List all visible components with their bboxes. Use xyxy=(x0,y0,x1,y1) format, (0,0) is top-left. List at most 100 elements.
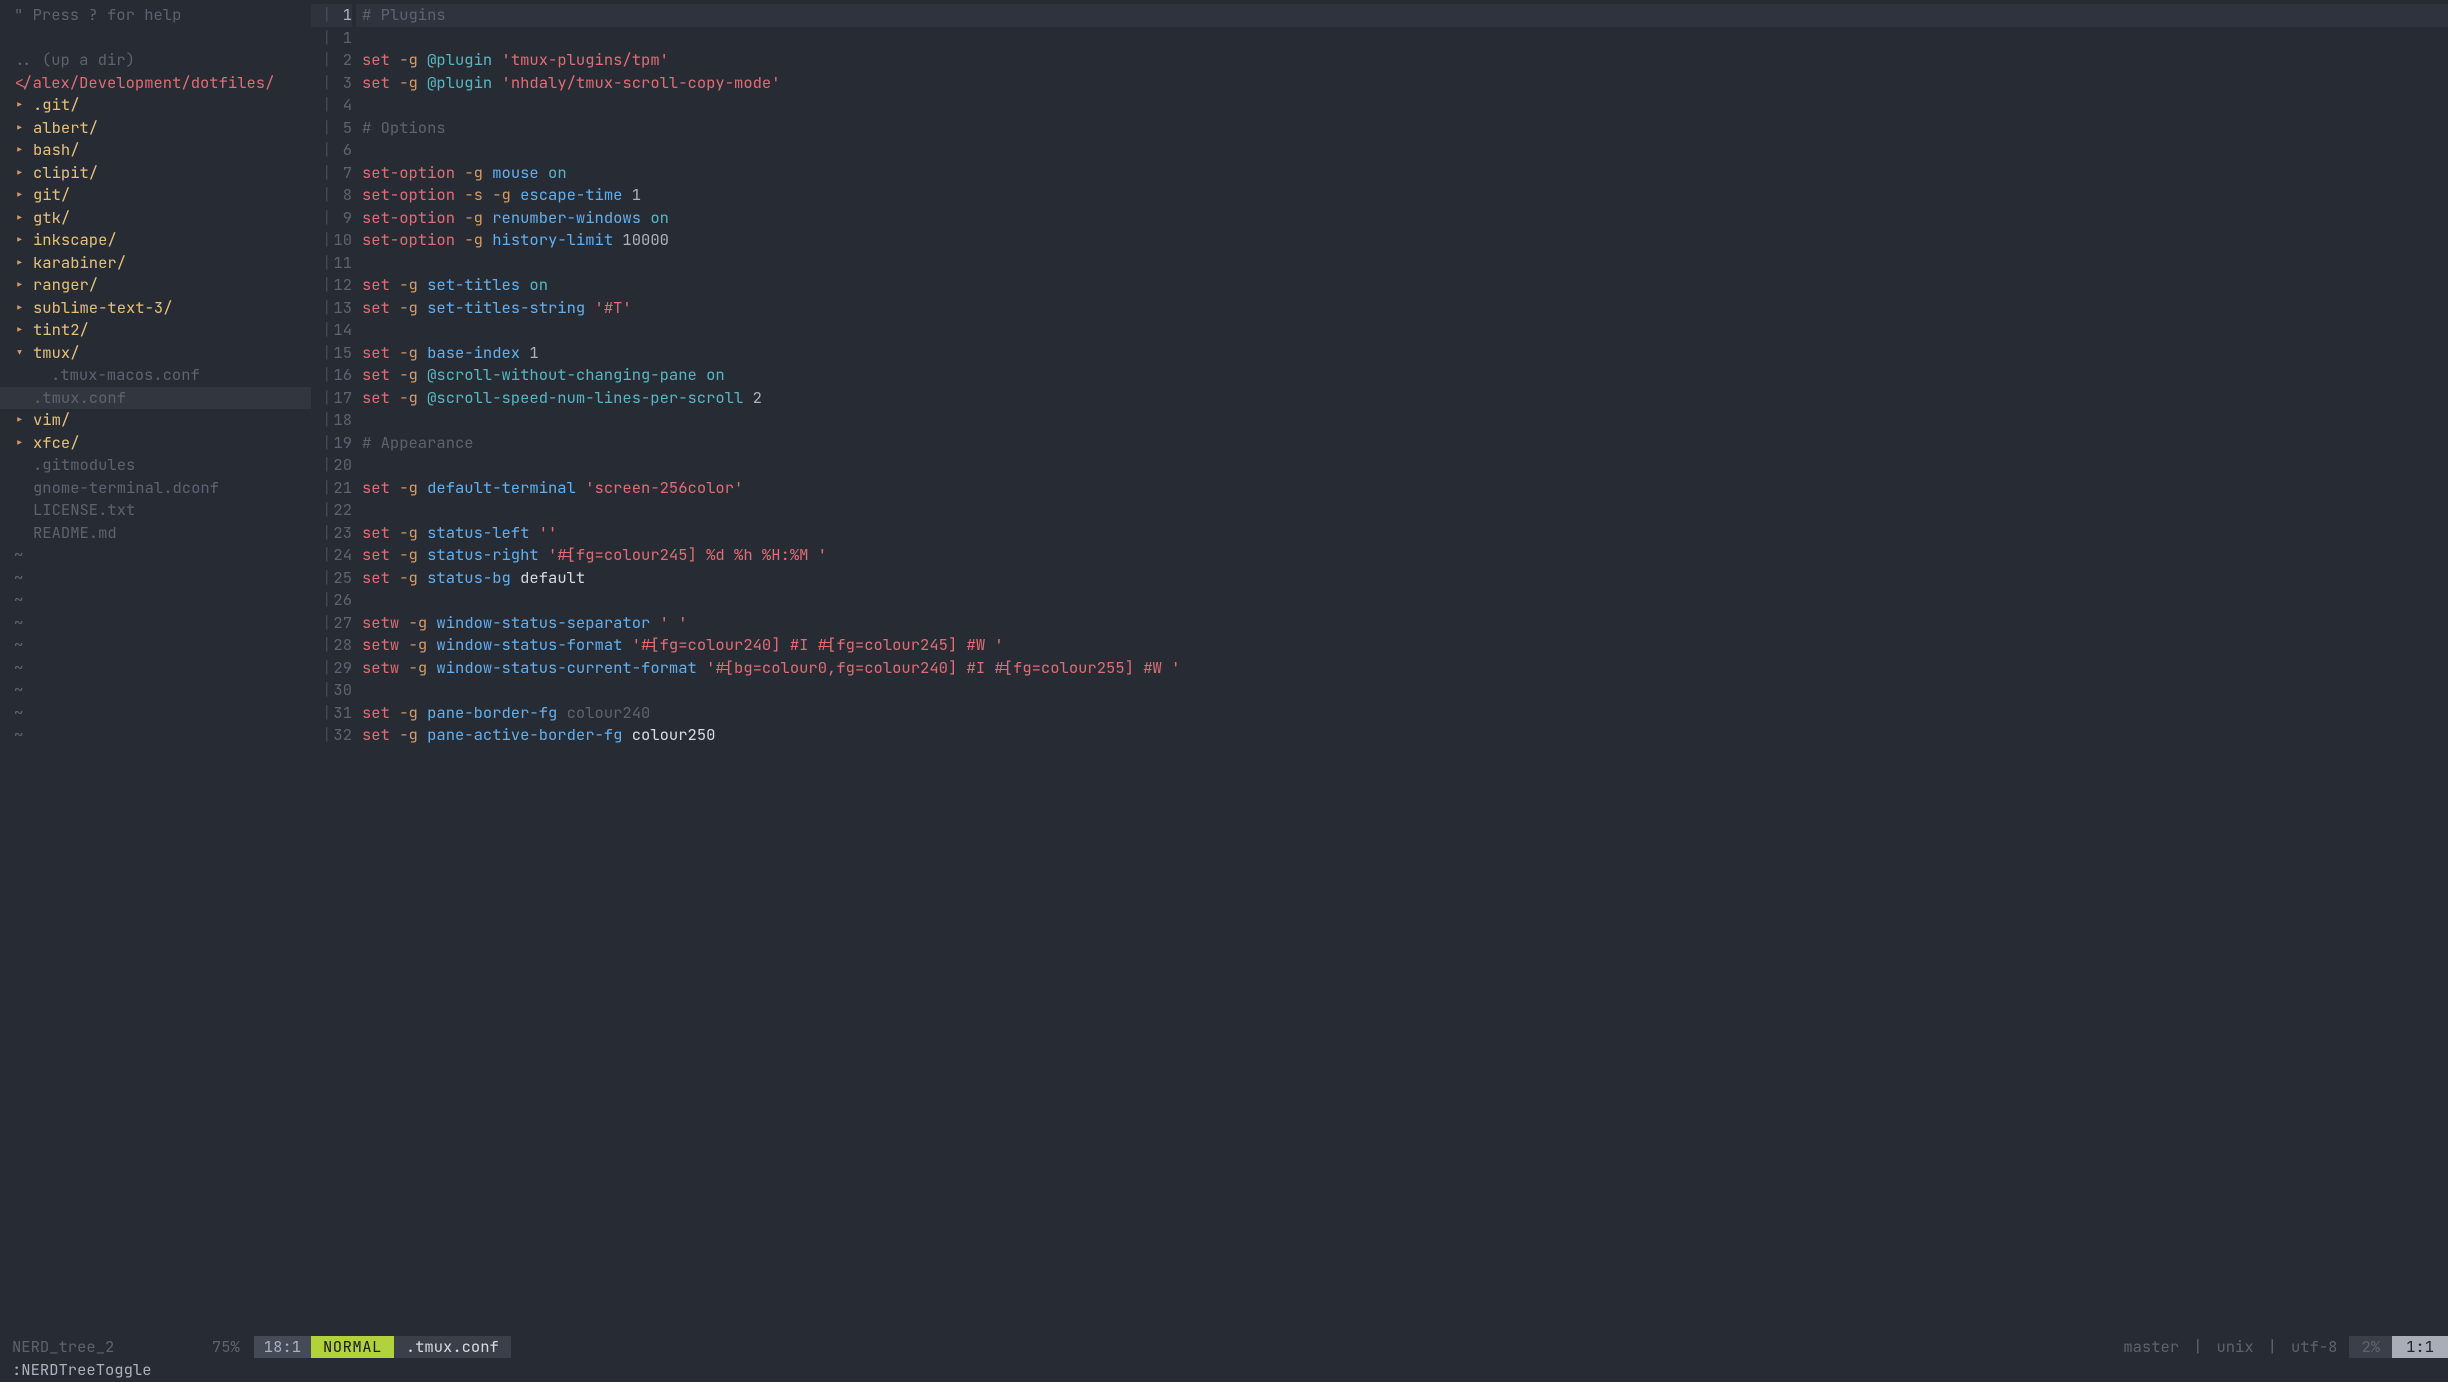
tree-dir[interactable]: ▾tmux/ xyxy=(14,342,311,365)
line-number: | 5 xyxy=(311,117,352,140)
tree-dir[interactable]: ▸sublime-text-3/ xyxy=(14,297,311,320)
tree-dir[interactable]: ▸.git/ xyxy=(14,94,311,117)
code-line[interactable]: setw -g window-status-separator ' ' xyxy=(356,612,2448,635)
tree-dir[interactable]: ▸inkscape/ xyxy=(14,229,311,252)
code-line[interactable] xyxy=(356,252,2448,275)
code-line[interactable]: set -g status-left '' xyxy=(356,522,2448,545)
tree-dir[interactable]: ▸vim/ xyxy=(14,409,311,432)
code-token: @scroll-speed-num-lines-per-scroll xyxy=(427,387,753,408)
line-number: |20 xyxy=(311,454,352,477)
code-line[interactable] xyxy=(356,454,2448,477)
tree-file[interactable]: gnome-terminal.dconf xyxy=(14,477,311,500)
tree-dir[interactable]: ▸ranger/ xyxy=(14,274,311,297)
code-area[interactable]: # Plugins set -g @plugin 'tmux-plugins/tp… xyxy=(356,4,2448,1336)
code-token: -g xyxy=(399,342,427,363)
code-token: '#T' xyxy=(595,297,632,318)
code-line[interactable] xyxy=(356,679,2448,702)
code-line[interactable] xyxy=(356,589,2448,612)
code-line[interactable]: set -g @scroll-without-changing-pane on xyxy=(356,364,2448,387)
code-line[interactable]: set -g set-titles-string '#T' xyxy=(356,297,2448,320)
line-number-value: 16 xyxy=(331,364,352,385)
code-line[interactable]: set-option -g history-limit 10000 xyxy=(356,229,2448,252)
code-token: window-status-format xyxy=(436,634,631,655)
code-line[interactable]: set-option -g mouse on xyxy=(356,162,2448,185)
code-line[interactable]: # Plugins xyxy=(356,4,2448,27)
tree-dir[interactable]: ▸git/ xyxy=(14,184,311,207)
line-number-value: 19 xyxy=(331,432,352,453)
tree-dir[interactable]: ▸tint2/ xyxy=(14,319,311,342)
tree-entry-name: gtk/ xyxy=(33,207,70,230)
code-line[interactable]: set -g pane-border-fg colour240 xyxy=(356,702,2448,725)
chevron-right-icon: ▸ xyxy=(14,319,25,342)
code-line[interactable] xyxy=(356,94,2448,117)
tree-file[interactable]: .gitmodules xyxy=(14,454,311,477)
code-line[interactable]: set-option -g renumber-windows on xyxy=(356,207,2448,230)
line-number-value: 21 xyxy=(331,477,352,498)
empty-line-tilde: ~ xyxy=(14,657,311,680)
tree-entry-name: ranger/ xyxy=(33,274,98,297)
tree-dir[interactable]: ▸gtk/ xyxy=(14,207,311,230)
tree-file[interactable]: LICENSE.txt xyxy=(14,499,311,522)
code-token: -s -g xyxy=(464,184,520,205)
code-line[interactable]: set -g @plugin 'nhdaly/tmux-scroll-copy-… xyxy=(356,72,2448,95)
tree-dir[interactable]: ▸karabiner/ xyxy=(14,252,311,275)
line-number: |24 xyxy=(311,544,352,567)
code-line[interactable] xyxy=(356,139,2448,162)
tree-dir[interactable]: ▸albert/ xyxy=(14,117,311,140)
code-token: setw xyxy=(362,612,409,633)
vim-command-line[interactable]: :NERDTreeToggle xyxy=(0,1358,2448,1382)
line-number: |31 xyxy=(311,702,352,725)
line-number-value: 6 xyxy=(331,139,352,160)
code-line[interactable]: set -g pane-active-border-fg colour250 xyxy=(356,724,2448,747)
code-line[interactable]: # Appearance xyxy=(356,432,2448,455)
code-line[interactable] xyxy=(356,319,2448,342)
code-line[interactable]: set -g status-bg default xyxy=(356,567,2448,590)
code-line[interactable]: set -g @scroll-speed-num-lines-per-scrol… xyxy=(356,387,2448,410)
code-token: on xyxy=(706,364,725,385)
code-line[interactable]: # Options xyxy=(356,117,2448,140)
code-line[interactable]: set -g @plugin 'tmux-plugins/tpm' xyxy=(356,49,2448,72)
code-line[interactable] xyxy=(356,409,2448,432)
code-line[interactable]: setw -g window-status-format '#[fg=colou… xyxy=(356,634,2448,657)
chevron-right-icon: ▸ xyxy=(14,432,25,455)
code-token: -g xyxy=(399,567,427,588)
code-token: on xyxy=(650,207,669,228)
code-line[interactable]: setw -g window-status-current-format '#[… xyxy=(356,657,2448,680)
code-token: status-right xyxy=(427,544,548,565)
line-number-value: 12 xyxy=(331,274,352,295)
code-line[interactable] xyxy=(356,27,2448,50)
tree-file[interactable]: .tmux.conf xyxy=(0,387,311,410)
line-number-value: 7 xyxy=(331,162,352,183)
code-token: set xyxy=(362,544,399,565)
code-line[interactable]: set-option -s -g escape-time 1 xyxy=(356,184,2448,207)
code-token: 'tmux-plugins/tpm' xyxy=(502,49,669,70)
gutter-bar-icon: | xyxy=(322,27,331,48)
line-number-value: 8 xyxy=(331,184,352,205)
code-token: 1 xyxy=(529,342,538,363)
editor-pane[interactable]: | 1| 1| 2| 3| 4| 5| 6| 7| 8| 9|10|11|12|… xyxy=(311,0,2448,1336)
code-line[interactable]: set -g base-index 1 xyxy=(356,342,2448,365)
line-number: |23 xyxy=(311,522,352,545)
status-line: NERD_tree_2 75% 18:1 NORMAL .tmux.conf m… xyxy=(0,1336,2448,1359)
tree-dir[interactable]: ▸xfce/ xyxy=(14,432,311,455)
code-line[interactable]: set -g set-titles on xyxy=(356,274,2448,297)
tree-dir[interactable]: ▸clipit/ xyxy=(14,162,311,185)
line-number-value: 18 xyxy=(331,409,352,430)
chevron-right-icon: ▸ xyxy=(14,139,25,162)
code-line[interactable]: set -g default-terminal 'screen-256color… xyxy=(356,477,2448,500)
code-token: history-limit xyxy=(492,229,622,250)
tree-file[interactable]: README.md xyxy=(14,522,311,545)
nerdtree-root-path[interactable]: </alex/Development/dotfiles/ xyxy=(14,72,311,95)
gutter-bar-icon: | xyxy=(322,297,331,318)
code-line[interactable] xyxy=(356,499,2448,522)
tree-dir[interactable]: ▸bash/ xyxy=(14,139,311,162)
code-line[interactable]: set -g status-right '#[fg=colour245] %d … xyxy=(356,544,2448,567)
code-token: colour240 xyxy=(567,702,651,723)
code-token: set xyxy=(362,477,399,498)
nerdtree-pane[interactable]: " Press ? for help .. (up a dir) </alex/… xyxy=(0,0,311,1336)
line-number-value: 28 xyxy=(331,634,352,655)
tree-file[interactable]: .tmux-macos.conf xyxy=(14,364,311,387)
nerdtree-up-dir[interactable]: .. (up a dir) xyxy=(14,49,311,72)
empty-line-tilde: ~ xyxy=(14,634,311,657)
line-number: |30 xyxy=(311,679,352,702)
